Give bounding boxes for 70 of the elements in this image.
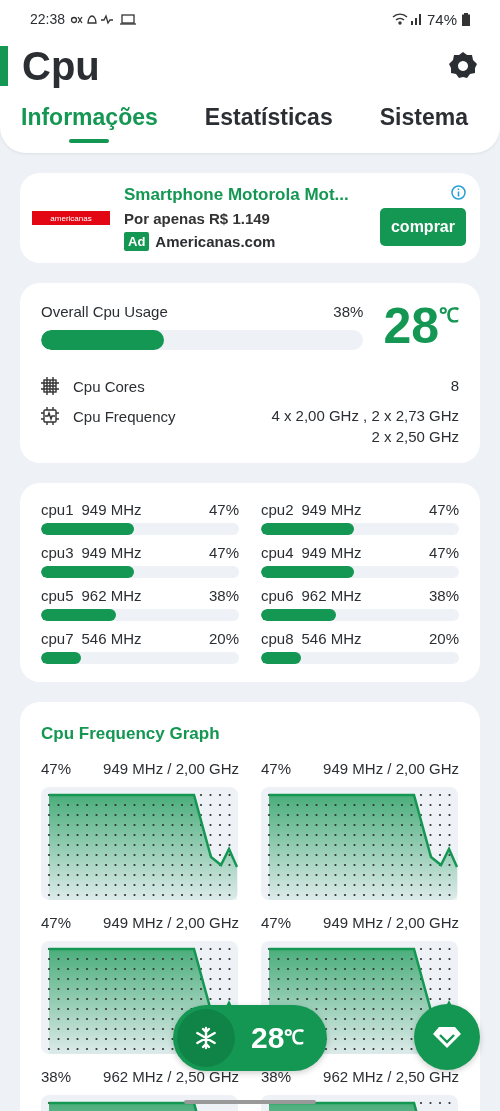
title-accent-bar: [0, 46, 8, 86]
usage-percent: 38%: [333, 302, 364, 320]
snowflake-icon: [194, 1026, 218, 1050]
tab[interactable]: Estatísticas: [204, 104, 333, 145]
battery-level: 74%: [426, 10, 457, 28]
buy-button[interactable]: comprar: [379, 208, 466, 246]
graph-percent: 47%: [261, 760, 292, 777]
tab[interactable]: Sistema: [379, 104, 468, 145]
info-icon: [451, 185, 466, 200]
core-percent: 20%: [208, 630, 239, 647]
core-frequency: 962 MHz: [81, 587, 142, 604]
detail-value: 4 x 2,00 GHz , 2 x 2,73 GHz: [271, 407, 459, 424]
core-name: cpu5: [41, 587, 74, 604]
wifi-signal-icon: [391, 12, 422, 26]
detail-value: 8: [450, 377, 459, 394]
ad-price: Por apenas R$ 1.149: [124, 210, 271, 227]
core-frequency: 949 MHz: [81, 501, 142, 518]
core-percent: 20%: [428, 630, 459, 647]
core-percent: 47%: [208, 501, 239, 518]
core-name: cpu3: [41, 544, 74, 561]
graph-frequency: 949 MHz / 2,00 GHz: [323, 914, 459, 931]
graph-percent: 38%: [41, 1068, 72, 1085]
graph-percent: 38%: [261, 1068, 292, 1085]
graph-frequency: 949 MHz / 2,00 GHz: [323, 760, 459, 777]
graph-frequency: 962 MHz / 2,50 GHz: [103, 1068, 239, 1085]
graph-title: Cpu Frequency Graph: [41, 724, 221, 744]
graph-frequency: 949 MHz / 2,00 GHz: [103, 914, 239, 931]
graph-frequency: 962 MHz / 2,50 GHz: [323, 1068, 459, 1085]
core-name: cpu8: [261, 630, 294, 647]
detail-label: Cpu Cores: [73, 377, 145, 395]
ad-title: Smartphone Motorola Mot...: [124, 185, 350, 205]
core-name: cpu2: [261, 501, 294, 518]
detail-label: Cpu Frequency: [73, 407, 176, 425]
floating-unit: ℃: [284, 1025, 305, 1050]
core-percent: 38%: [428, 587, 459, 604]
usage-label: Overall Cpu Usage: [41, 302, 168, 320]
core-name: cpu4: [261, 544, 294, 561]
detail-value: 2 x 2,50 GHz: [371, 428, 459, 445]
chip-pulse-icon: [41, 407, 59, 425]
temperature-unit: ℃: [439, 303, 459, 326]
core-percent: 47%: [208, 544, 239, 561]
chip-icon: [41, 377, 59, 395]
graph-percent: 47%: [41, 914, 72, 931]
core-name: cpu7: [41, 630, 74, 647]
graph-frequency: 949 MHz / 2,00 GHz: [103, 760, 239, 777]
advertiser-logo: americanas: [32, 211, 110, 225]
core-frequency: 949 MHz: [301, 501, 362, 518]
page-title: Cpu: [22, 43, 100, 89]
core-name: cpu6: [261, 587, 294, 604]
temperature-pill[interactable]: 28℃: [173, 1005, 327, 1071]
temperature-value: 28: [383, 301, 439, 351]
core-percent: 47%: [428, 501, 459, 518]
core-percent: 38%: [208, 587, 239, 604]
settings-icon: [448, 51, 478, 81]
core-frequency: 962 MHz: [301, 587, 362, 604]
ad-badge: Ad: [124, 232, 150, 251]
graph-percent: 47%: [261, 914, 292, 931]
floating-temperature: 28: [251, 1023, 285, 1053]
gem-icon: [432, 1025, 462, 1049]
core-frequency: 949 MHz: [81, 544, 142, 561]
status-time: 22:38: [30, 11, 66, 27]
graph-percent: 47%: [41, 760, 72, 777]
core-frequency: 546 MHz: [81, 630, 142, 647]
core-frequency: 546 MHz: [301, 630, 362, 647]
tab[interactable]: Informações: [21, 104, 158, 145]
advertiser-name: Americanas.com: [155, 233, 276, 250]
core-frequency: 949 MHz: [301, 544, 362, 561]
core-percent: 47%: [428, 544, 459, 561]
core-name: cpu1: [41, 501, 74, 518]
battery-icon: [462, 12, 470, 26]
